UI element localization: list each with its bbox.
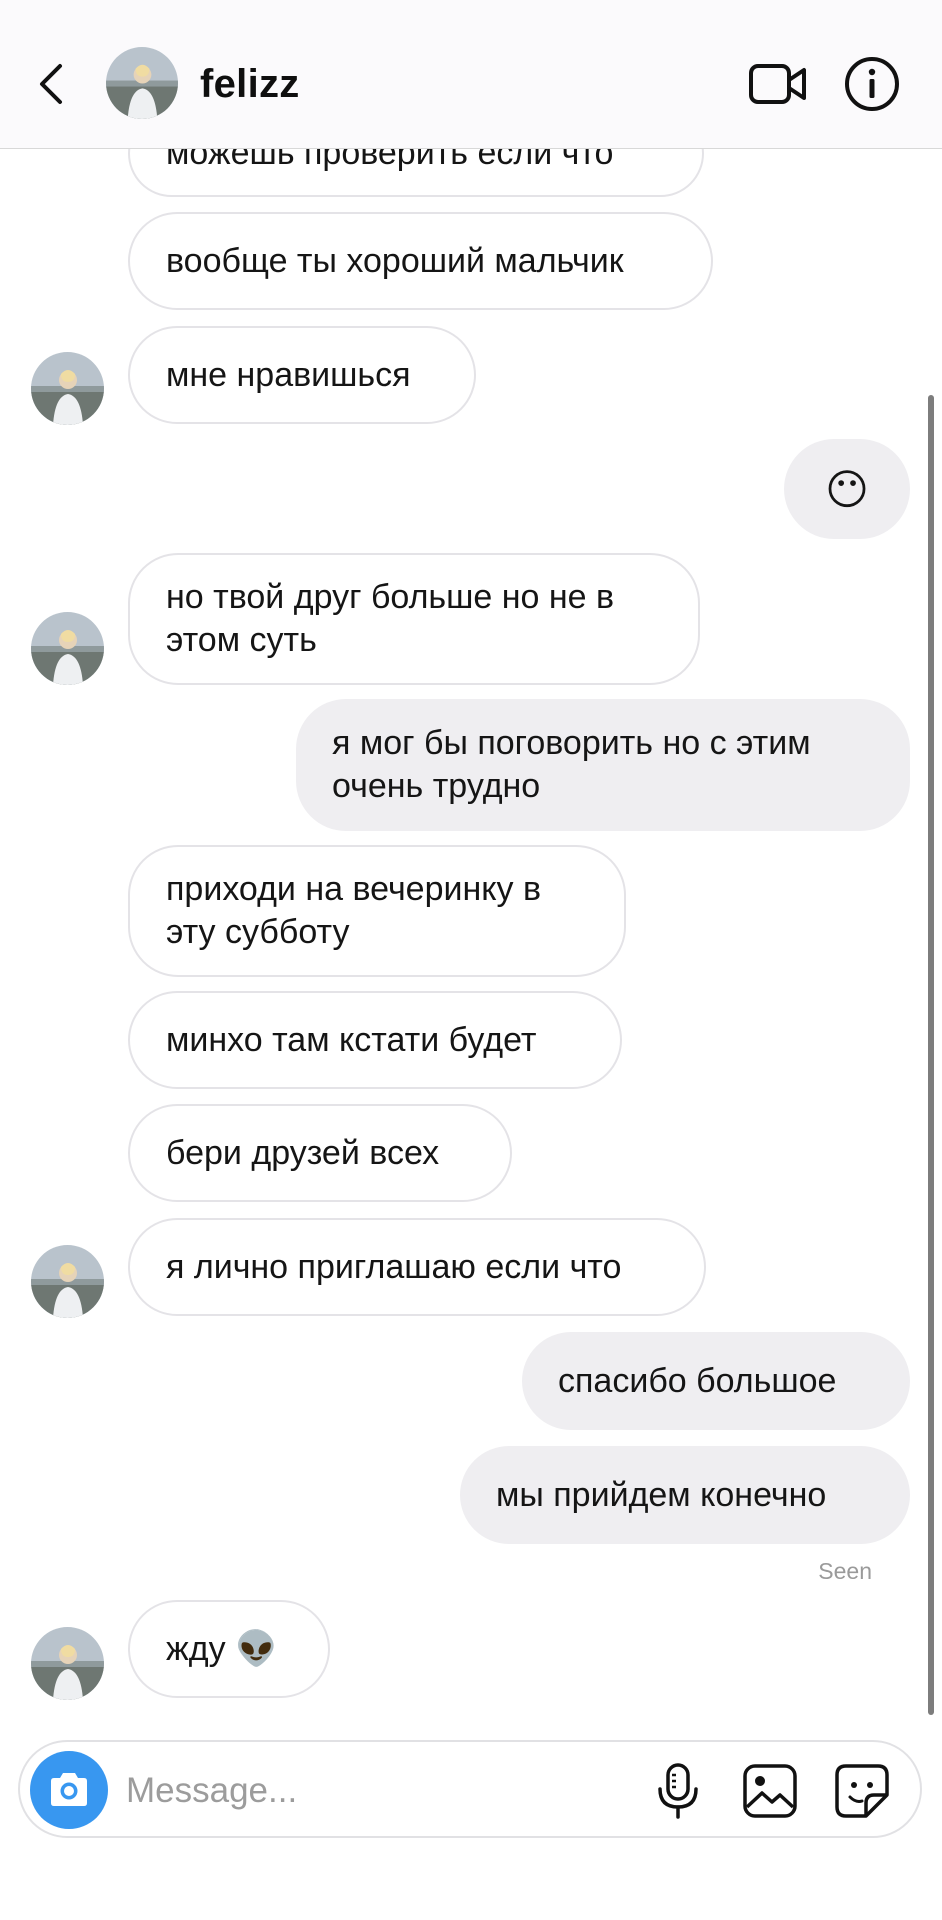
sender-avatar[interactable]	[31, 1245, 104, 1318]
seen-status: Seen	[818, 1558, 872, 1584]
chat-header: felizz	[0, 0, 942, 149]
message-bubble-incoming[interactable]: приходи на вечеринку в эту субботу	[128, 845, 626, 977]
sender-avatar[interactable]	[31, 352, 104, 425]
message-thread[interactable]: можешь проверить если что вообще ты хоро…	[0, 0, 942, 1730]
sticker-icon	[835, 1764, 889, 1818]
camera-button[interactable]	[30, 1751, 108, 1829]
message-composer	[18, 1740, 922, 1838]
message-bubble-incoming[interactable]: мне нравишься	[128, 326, 476, 424]
message-text: мы прийдем конечно	[496, 1475, 827, 1514]
message-bubble-outgoing[interactable]: я мог бы поговорить но с этим очень труд…	[296, 699, 910, 831]
message-text: мне нравишься	[166, 355, 411, 394]
message-bubble-outgoing[interactable]: спасибо большое	[522, 1332, 910, 1430]
message-bubble-incoming[interactable]: я лично приглашаю если что	[128, 1218, 706, 1316]
sticker-button[interactable]	[832, 1761, 892, 1821]
message-bubble-incoming[interactable]: но твой друг больше но не в этом суть	[128, 553, 700, 685]
avatar-photo-icon	[31, 612, 104, 685]
avatar-photo-icon	[106, 47, 178, 119]
message-bubble-outgoing[interactable]: 😶	[784, 439, 910, 539]
scrollbar[interactable]	[928, 395, 934, 1715]
chevron-left-icon	[40, 64, 62, 104]
header-avatar[interactable]	[106, 47, 178, 119]
gallery-icon	[743, 1764, 797, 1818]
back-button[interactable]	[26, 52, 76, 116]
chat-username[interactable]: felizz	[200, 60, 300, 108]
info-button[interactable]	[842, 54, 902, 114]
message-bubble-outgoing[interactable]: мы прийдем конечно	[460, 1446, 910, 1544]
message-text: я мог бы поговорить но с этим очень труд…	[332, 724, 811, 805]
message-text: но твой друг больше но не в этом суть	[166, 578, 615, 659]
sender-avatar[interactable]	[31, 612, 104, 685]
avatar-photo-icon	[31, 1627, 104, 1700]
message-text: спасибо большое	[558, 1361, 837, 1400]
gallery-button[interactable]	[740, 1761, 800, 1821]
sender-avatar[interactable]	[31, 1627, 104, 1700]
video-call-button[interactable]	[748, 54, 808, 114]
message-bubble-incoming[interactable]: вообще ты хороший мальчик	[128, 212, 713, 310]
microphone-icon	[658, 1763, 698, 1819]
message-text: вообще ты хороший мальчик	[166, 241, 624, 280]
avatar-photo-icon	[31, 1245, 104, 1318]
message-text: я лично приглашаю если что	[166, 1247, 622, 1286]
message-bubble-incoming[interactable]: жду 👽	[128, 1600, 330, 1698]
message-text: бери друзей всех	[166, 1133, 440, 1172]
message-text: минхо там кстати будет	[166, 1020, 537, 1059]
message-text: жду 👽	[166, 1629, 278, 1668]
info-circle-icon	[845, 57, 899, 111]
message-input[interactable]	[124, 1762, 548, 1820]
camera-icon	[51, 1773, 87, 1806]
video-camera-icon	[749, 64, 806, 104]
dm-screen: можешь проверить если что вообще ты хоро…	[0, 0, 942, 1920]
message-text: приходи на вечеринку в эту субботу	[166, 870, 542, 951]
voice-message-button[interactable]	[650, 1761, 706, 1821]
emoji-no-mouth: 😶	[825, 464, 869, 514]
message-bubble-incoming[interactable]: бери друзей всех	[128, 1104, 512, 1202]
message-bubble-incoming[interactable]: минхо там кстати будет	[128, 991, 622, 1089]
avatar-photo-icon	[31, 352, 104, 425]
